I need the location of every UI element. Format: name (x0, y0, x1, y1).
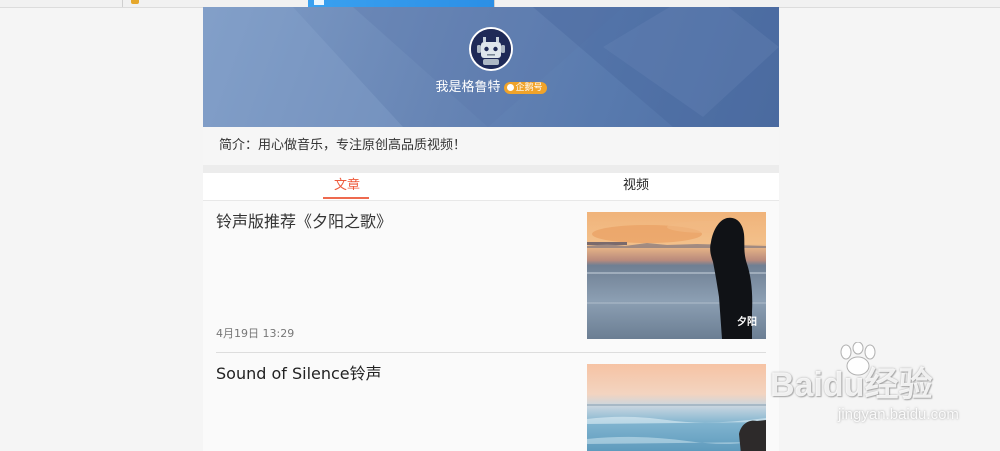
article-title[interactable]: Sound of Silence铃声 (216, 364, 382, 384)
sunset-silhouette-image: 夕阳 (587, 212, 766, 339)
browser-tab-active[interactable] (308, 0, 494, 7)
watermark-url: jingyan.baidu.com (838, 406, 959, 423)
profile-intro: 简介：用心做音乐，专注原创高品质视频！ (203, 127, 779, 165)
robot-avatar-icon (471, 29, 511, 69)
tab-articles[interactable]: 文章 (334, 178, 360, 194)
profile-name-row: 我是格鲁特 企鹅号 (203, 77, 779, 96)
penguin-icon (506, 83, 514, 91)
tab-favicon-icon (131, 0, 139, 4)
tab-divider (494, 0, 495, 7)
baidu-watermark: Baidu经验 jingyan.baidu.com (770, 342, 1000, 432)
badge-label: 企鹅号 (515, 82, 543, 93)
article-item[interactable]: Sound of Silence铃声 (216, 364, 766, 451)
section-divider (203, 165, 779, 173)
article-item[interactable]: 铃声版推荐《夕阳之歌》 4月19日 13:29 夕阳 (216, 212, 766, 353)
article-thumbnail[interactable]: 夕阳 (587, 212, 766, 339)
watermark-brand: Baidu经验 (770, 366, 933, 404)
tab-page-icon (314, 0, 324, 5)
article-title[interactable]: 铃声版推荐《夕阳之歌》 (216, 212, 392, 232)
article-thumbnail[interactable] (587, 364, 766, 451)
tab-videos[interactable]: 视频 (623, 178, 649, 194)
content-tabs: 文章 视频 (203, 173, 779, 201)
verified-badge: 企鹅号 (503, 81, 547, 94)
intro-text: 简介：用心做音乐，专注原创高品质视频！ (219, 138, 467, 153)
avatar[interactable] (469, 27, 513, 71)
active-tab-indicator (323, 197, 369, 199)
paw-icon (840, 342, 876, 376)
sea-rocks-image (587, 364, 766, 451)
profile-banner: 我是格鲁特 企鹅号 (203, 7, 779, 127)
profile-page: 我是格鲁特 企鹅号 简介：用心做音乐，专注原创高品质视频！ 文章 视频 铃声版推荐… (203, 7, 779, 451)
profile-name: 我是格鲁特 (435, 80, 501, 95)
thumbnail-caption: 夕阳 (737, 315, 757, 328)
article-date: 4月19日 13:29 (216, 327, 295, 340)
tab-divider (122, 0, 123, 7)
